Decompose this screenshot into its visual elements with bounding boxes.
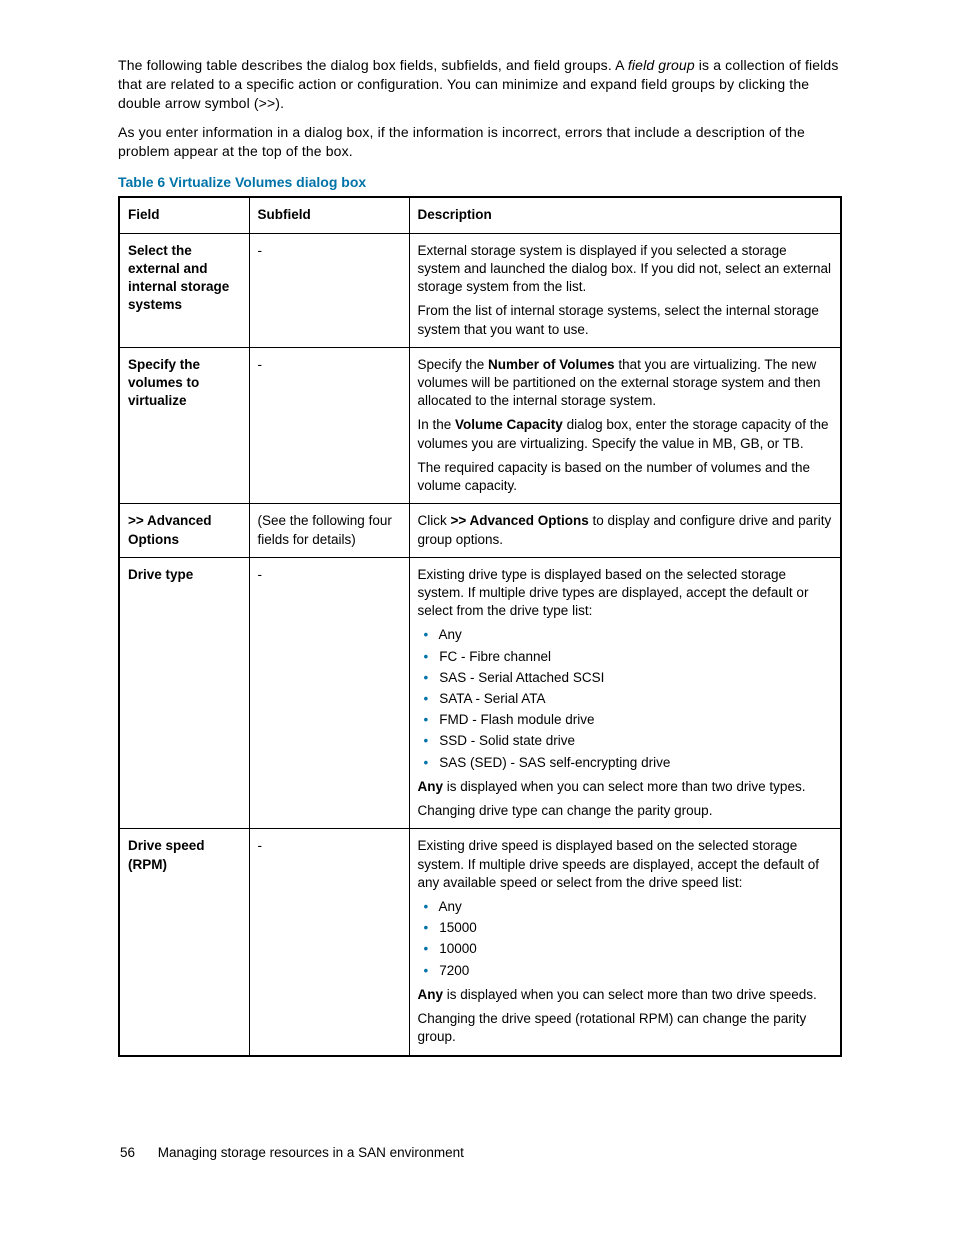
- description-cell: Existing drive type is displayed based o…: [409, 557, 841, 829]
- subfield-cell: (See the following four fields for detai…: [249, 504, 409, 557]
- table-caption: Table 6 Virtualize Volumes dialog box: [118, 174, 842, 190]
- subfield-cell: -: [249, 347, 409, 504]
- desc-text: The required capacity is based on the nu…: [418, 459, 833, 495]
- desc-text: Click >> Advanced Options to display and…: [418, 512, 833, 548]
- table-row: Drive speed (RPM) - Existing drive speed…: [119, 829, 841, 1056]
- desc-text: External storage system is displayed if …: [418, 242, 833, 297]
- list-item: • 7200: [436, 962, 833, 980]
- list-item: • SSD - Solid state drive: [436, 732, 833, 750]
- desc-text: Changing the drive speed (rotational RPM…: [418, 1010, 833, 1046]
- description-cell: Specify the Number of Volumes that you a…: [409, 347, 841, 504]
- field-cell: >> Advanced Options: [119, 504, 249, 557]
- field-cell: Specify the volumes to virtualize: [119, 347, 249, 504]
- description-cell: Existing drive speed is displayed based …: [409, 829, 841, 1056]
- page-number: 56: [120, 1145, 154, 1160]
- desc-text: Existing drive speed is displayed based …: [418, 837, 833, 892]
- list-item: • FMD - Flash module drive: [436, 711, 833, 729]
- table-header-row: Field Subfield Description: [119, 197, 841, 233]
- virtualize-volumes-table: Field Subfield Description Select the ex…: [118, 196, 842, 1056]
- list-item: • Any: [436, 626, 833, 644]
- table-row: Specify the volumes to virtualize - Spec…: [119, 347, 841, 504]
- intro-p1a: The following table describes the dialog…: [118, 57, 628, 73]
- desc-text: Any is displayed when you can select mor…: [418, 778, 833, 796]
- table-row: >> Advanced Options (See the following f…: [119, 504, 841, 557]
- desc-text: Any is displayed when you can select mor…: [418, 986, 833, 1004]
- list-item: • Any: [436, 898, 833, 916]
- desc-text: Specify the Number of Volumes that you a…: [418, 356, 833, 411]
- field-cell: Select the external and internal storage…: [119, 233, 249, 347]
- table-row: Select the external and internal storage…: [119, 233, 841, 347]
- list-item: • 10000: [436, 940, 833, 958]
- list-item: • SAS - Serial Attached SCSI: [436, 669, 833, 687]
- description-cell: Click >> Advanced Options to display and…: [409, 504, 841, 557]
- intro-p1b: field group: [628, 57, 695, 73]
- list-item: • SAS (SED) - SAS self-encrypting drive: [436, 754, 833, 772]
- desc-text: From the list of internal storage system…: [418, 302, 833, 338]
- intro-paragraph-2: As you enter information in a dialog box…: [118, 123, 842, 161]
- page-footer: 56 Managing storage resources in a SAN e…: [120, 1145, 464, 1160]
- intro-paragraph-1: The following table describes the dialog…: [118, 56, 842, 113]
- footer-section: Managing storage resources in a SAN envi…: [158, 1145, 464, 1160]
- field-cell: Drive type: [119, 557, 249, 829]
- description-cell: External storage system is displayed if …: [409, 233, 841, 347]
- header-subfield: Subfield: [249, 197, 409, 233]
- subfield-cell: -: [249, 233, 409, 347]
- subfield-cell: -: [249, 557, 409, 829]
- drive-type-list: • Any • FC - Fibre channel • SAS - Serial …: [418, 626, 833, 772]
- header-description: Description: [409, 197, 841, 233]
- header-field: Field: [119, 197, 249, 233]
- field-cell: Drive speed (RPM): [119, 829, 249, 1056]
- table-row: Drive type - Existing drive type is disp…: [119, 557, 841, 829]
- list-item: • FC - Fibre channel: [436, 648, 833, 666]
- desc-text: Changing drive type can change the parit…: [418, 802, 833, 820]
- desc-text: In the Volume Capacity dialog box, enter…: [418, 416, 833, 452]
- list-item: • SATA - Serial ATA: [436, 690, 833, 708]
- subfield-cell: -: [249, 829, 409, 1056]
- list-item: • 15000: [436, 919, 833, 937]
- desc-text: Existing drive type is displayed based o…: [418, 566, 833, 621]
- drive-speed-list: • Any • 15000 • 10000 • 7200: [418, 898, 833, 980]
